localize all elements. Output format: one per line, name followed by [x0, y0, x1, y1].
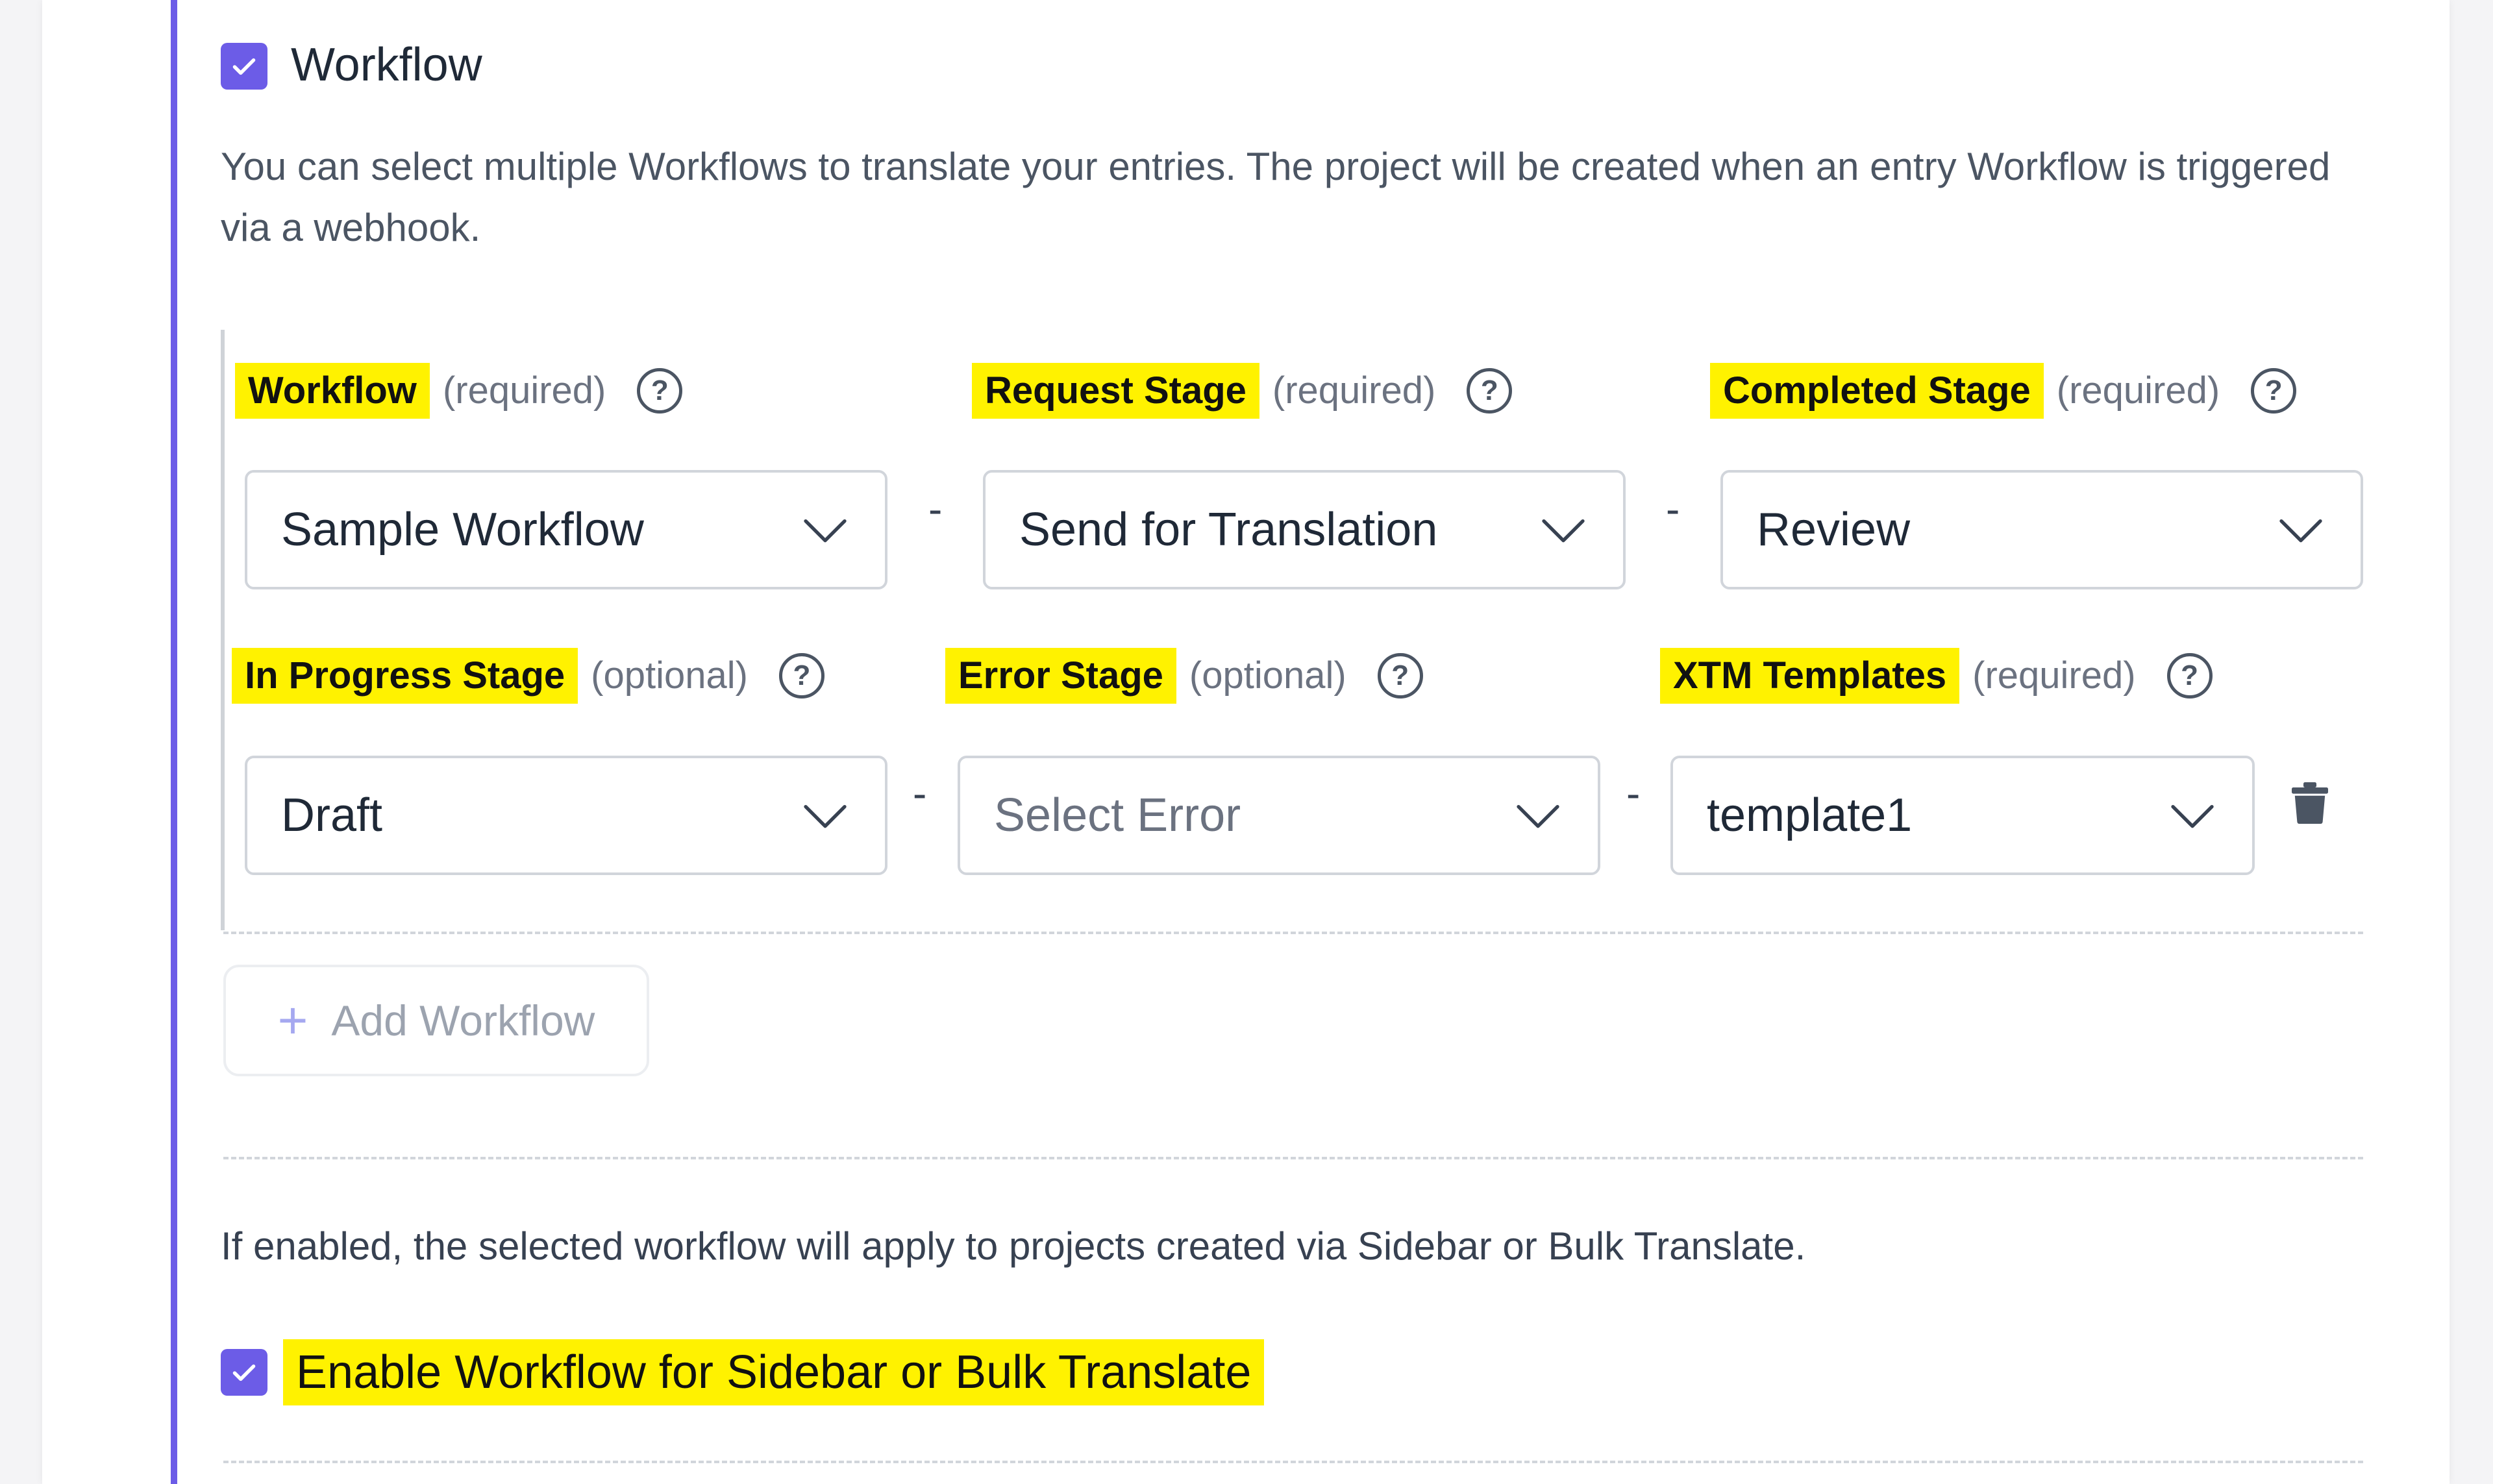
request-stage-help-icon[interactable]: ? [1467, 368, 1513, 414]
workflow-checkbox[interactable] [221, 43, 267, 90]
error-stage-help-icon[interactable]: ? [1377, 653, 1423, 699]
workflow-group-border [221, 330, 225, 930]
workflow-select[interactable]: Sample Workflow [245, 470, 887, 589]
workflow-group-divider [223, 932, 2363, 934]
completed-stage-select[interactable]: Review [1720, 470, 2363, 589]
enable-sidebar-bulk-checkbox[interactable] [221, 1349, 267, 1396]
workflow-select-value: Sample Workflow [281, 504, 644, 556]
completed-stage-label-qualifier: (required) [2056, 369, 2220, 412]
in-progress-stage-select-value: Draft [281, 789, 383, 841]
xtm-templates-select[interactable]: template1 [1670, 756, 2255, 875]
xtm-templates-label-text: XTM Templates [1660, 648, 1960, 704]
field-separator: - [913, 770, 927, 817]
in-progress-stage-label-qualifier: (optional) [591, 654, 748, 697]
chevron-down-icon [804, 519, 847, 543]
in-progress-stage-label-text: In Progress Stage [232, 648, 578, 704]
error-stage-label-qualifier: (optional) [1189, 654, 1346, 697]
bottom-divider [223, 1461, 2363, 1463]
xtm-templates-label-qualifier: (required) [1972, 654, 2136, 697]
completed-stage-field-label: Completed Stage (required) ? [1710, 363, 2297, 419]
section-divider [223, 1157, 2363, 1159]
error-stage-select-placeholder: Select Error [994, 789, 1241, 841]
field-separator: - [928, 486, 943, 532]
xtm-templates-field-label: XTM Templates (required) ? [1660, 648, 2213, 704]
field-separator: - [1666, 486, 1680, 532]
chevron-down-icon [1517, 805, 1559, 828]
trash-icon[interactable] [2292, 782, 2328, 824]
error-stage-field-label: Error Stage (optional) ? [945, 648, 1423, 704]
section-title: Workflow [291, 39, 482, 91]
workflow-field-label: Workflow (required) ? [235, 363, 683, 419]
chevron-down-icon [2279, 519, 2322, 543]
request-stage-select[interactable]: Send for Translation [983, 470, 1626, 589]
section-accent-line [171, 0, 177, 1484]
completed-stage-select-value: Review [1757, 504, 1911, 556]
completed-stage-help-icon[interactable]: ? [2251, 368, 2297, 414]
enable-sidebar-bulk-label[interactable]: Enable Workflow for Sidebar or Bulk Tran… [283, 1339, 1265, 1405]
in-progress-stage-field-label: In Progress Stage (optional) ? [232, 648, 825, 704]
add-workflow-label: Add Workflow [331, 996, 595, 1045]
in-progress-stage-select[interactable]: Draft [245, 756, 887, 875]
workflow-label-text: Workflow [235, 363, 430, 419]
section-description: You can select multiple Workflows to tra… [221, 145, 2331, 249]
request-stage-field-label: Request Stage (required) ? [972, 363, 1513, 419]
request-stage-label-qualifier: (required) [1272, 369, 1436, 412]
chevron-down-icon [2171, 805, 2214, 828]
xtm-templates-select-value: template1 [1707, 789, 1913, 841]
workflow-label-qualifier: (required) [442, 369, 606, 412]
completed-stage-label-text: Completed Stage [1710, 363, 2044, 419]
xtm-templates-help-icon[interactable]: ? [2166, 653, 2213, 699]
plus-icon: + [277, 991, 308, 1049]
error-stage-select[interactable]: Select Error [958, 756, 1600, 875]
request-stage-label-text: Request Stage [972, 363, 1259, 419]
chevron-down-icon [804, 805, 847, 828]
check-icon [232, 58, 256, 75]
chevron-down-icon [1542, 519, 1585, 543]
request-stage-select-value: Send for Translation [1019, 504, 1438, 556]
workflow-help-icon[interactable]: ? [637, 368, 683, 414]
add-workflow-button[interactable]: + Add Workflow [223, 965, 649, 1076]
error-stage-label-text: Error Stage [945, 648, 1176, 704]
field-separator: - [1626, 770, 1641, 817]
in-progress-stage-help-icon[interactable]: ? [778, 653, 825, 699]
sidebar-bulk-info: If enabled, the selected workflow will a… [221, 1224, 1806, 1268]
check-icon [232, 1364, 256, 1381]
